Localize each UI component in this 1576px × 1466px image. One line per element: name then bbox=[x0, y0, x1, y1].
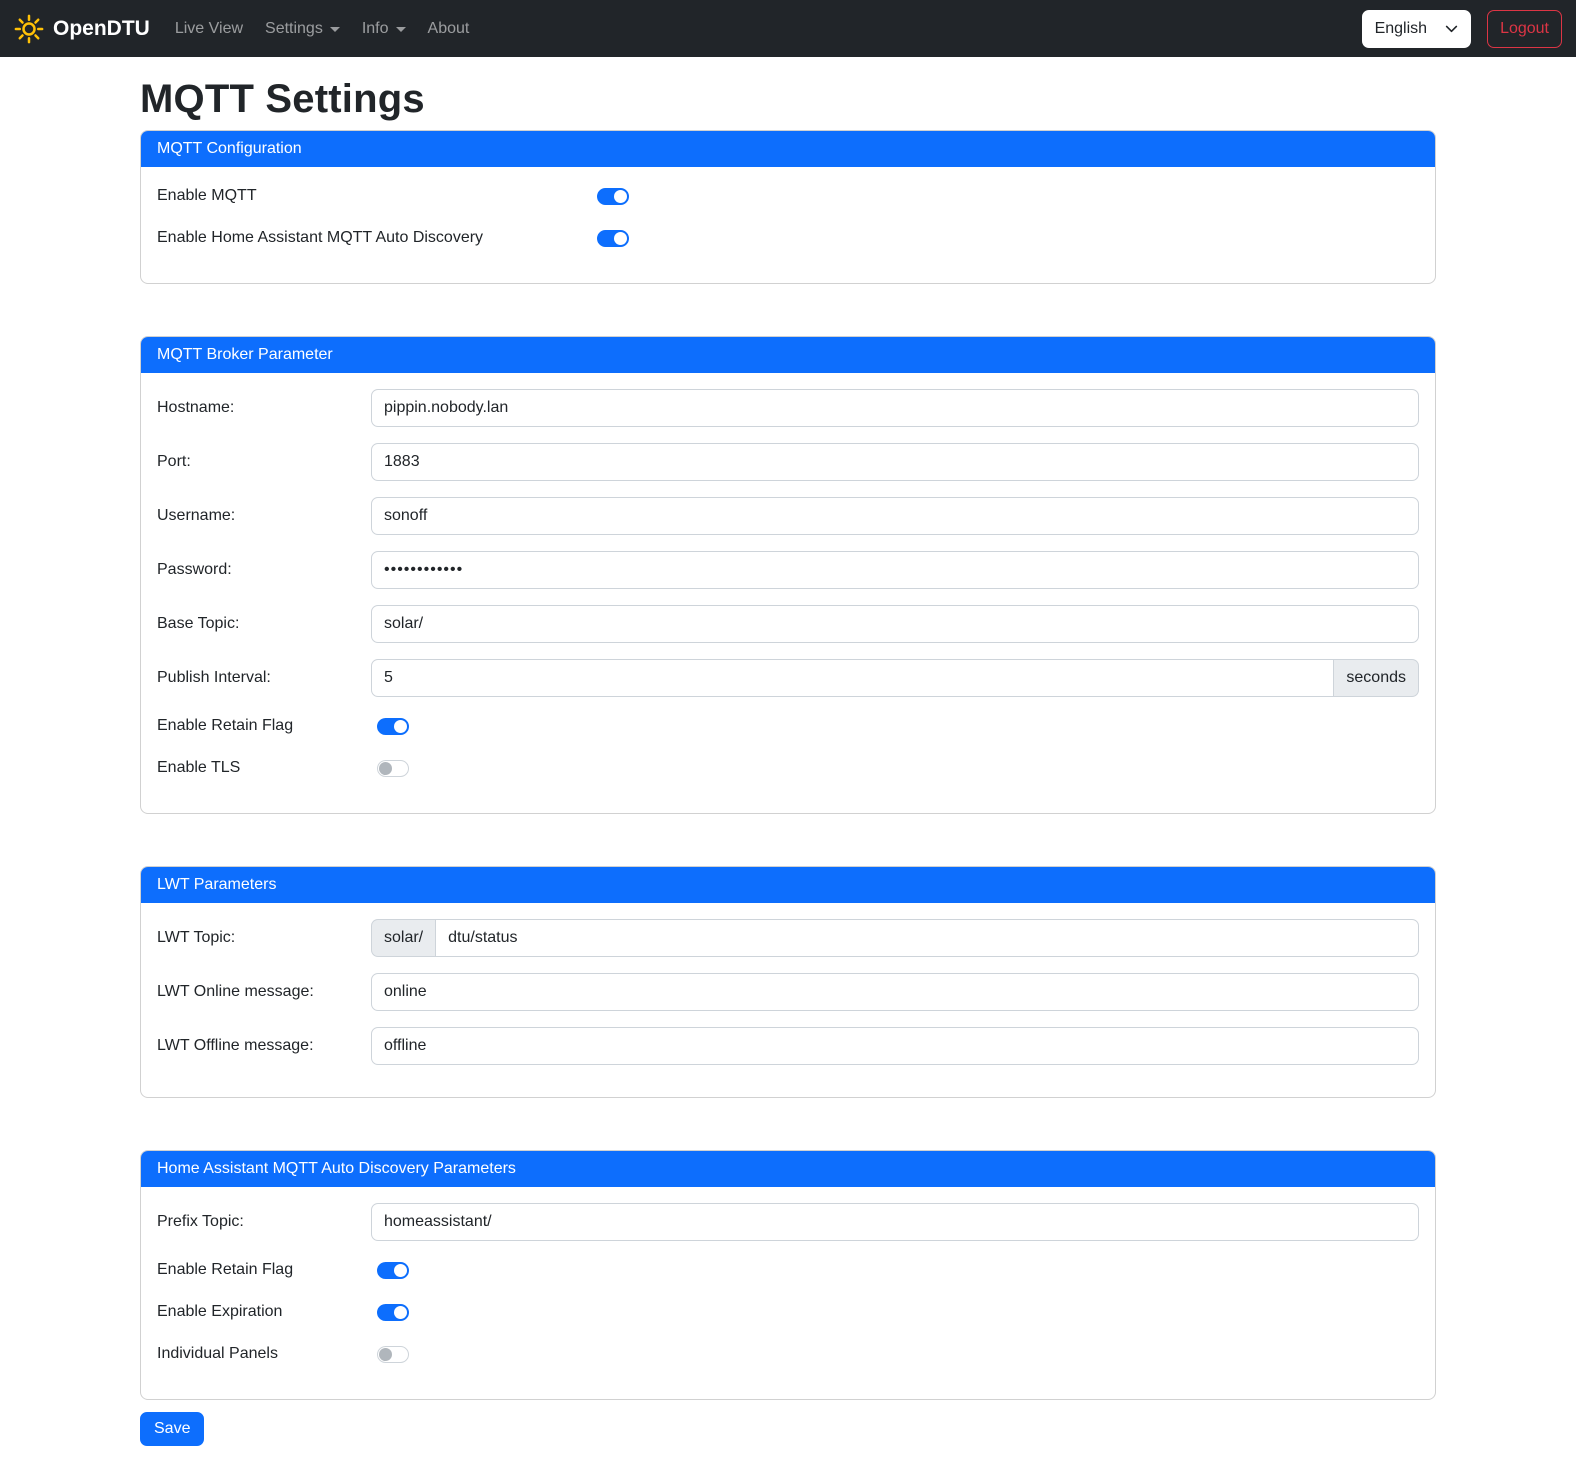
card-body: LWT Topic: solar/ LWT Online message: LW… bbox=[141, 903, 1435, 1097]
toggle-knob bbox=[379, 762, 392, 775]
prefix-topic-field[interactable] bbox=[371, 1203, 1419, 1241]
username-field[interactable] bbox=[371, 497, 1419, 535]
base-topic-field[interactable] bbox=[371, 605, 1419, 643]
ha-individual-panels-row: Individual Panels bbox=[157, 1341, 1419, 1367]
publish-interval-group: seconds bbox=[371, 659, 1419, 697]
broker-tls-label: Enable TLS bbox=[157, 759, 371, 777]
mqtt-broker-card: MQTT Broker Parameter Hostname: Port: Us… bbox=[140, 336, 1436, 814]
username-label: Username: bbox=[157, 507, 371, 525]
lwt-topic-row: LWT Topic: solar/ bbox=[157, 919, 1419, 957]
lwt-offline-row: LWT Offline message: bbox=[157, 1027, 1419, 1065]
brand-label: OpenDTU bbox=[53, 17, 150, 41]
lwt-parameters-card: LWT Parameters LWT Topic: solar/ LWT Onl… bbox=[140, 866, 1436, 1098]
lwt-online-row: LWT Online message: bbox=[157, 973, 1419, 1011]
ha-expiration-label: Enable Expiration bbox=[157, 1303, 371, 1321]
card-body: Enable MQTT Enable Home Assistant MQTT A… bbox=[141, 167, 1435, 283]
chevron-down-icon bbox=[330, 27, 340, 32]
logout-button[interactable]: Logout bbox=[1487, 10, 1562, 48]
hostname-field[interactable] bbox=[371, 389, 1419, 427]
enable-mqtt-toggle[interactable] bbox=[597, 188, 629, 205]
ha-individual-panels-label: Individual Panels bbox=[157, 1345, 371, 1363]
ha-retain-toggle[interactable] bbox=[377, 1262, 409, 1279]
language-selected-value: English bbox=[1375, 20, 1427, 38]
ha-retain-row: Enable Retain Flag bbox=[157, 1257, 1419, 1283]
nav-item-about[interactable]: About bbox=[417, 12, 481, 46]
toggle-knob bbox=[614, 232, 627, 245]
enable-mqtt-label: Enable MQTT bbox=[157, 187, 591, 205]
mqtt-configuration-card: MQTT Configuration Enable MQTT Enable Ho… bbox=[140, 130, 1436, 284]
chevron-down-icon bbox=[396, 27, 406, 32]
base-topic-row: Base Topic: bbox=[157, 605, 1419, 643]
lwt-topic-label: LWT Topic: bbox=[157, 929, 371, 947]
sun-icon bbox=[14, 14, 44, 44]
chevron-down-icon bbox=[1445, 22, 1458, 35]
broker-retain-toggle[interactable] bbox=[377, 718, 409, 735]
lwt-topic-field[interactable] bbox=[435, 919, 1419, 957]
publish-interval-unit: seconds bbox=[1334, 659, 1419, 697]
port-label: Port: bbox=[157, 453, 371, 471]
brand-opendtu[interactable]: OpenDTU bbox=[14, 14, 150, 44]
card-body: Prefix Topic: Enable Retain Flag Enable … bbox=[141, 1187, 1435, 1399]
password-label: Password: bbox=[157, 561, 371, 579]
broker-tls-row: Enable TLS bbox=[157, 755, 1419, 781]
hostname-label: Hostname: bbox=[157, 399, 371, 417]
enable-ha-discovery-row: Enable Home Assistant MQTT Auto Discover… bbox=[157, 225, 1419, 251]
nav-item-label: Info bbox=[362, 20, 389, 38]
nav-links: Live View Settings Info About bbox=[164, 12, 481, 46]
nav-item-info[interactable]: Info bbox=[351, 12, 417, 46]
nav-item-label: Live View bbox=[175, 20, 243, 38]
hostname-row: Hostname: bbox=[157, 389, 1419, 427]
nav-item-settings[interactable]: Settings bbox=[254, 12, 351, 46]
prefix-topic-label: Prefix Topic: bbox=[157, 1213, 371, 1231]
lwt-offline-label: LWT Offline message: bbox=[157, 1037, 371, 1055]
card-header: MQTT Configuration bbox=[141, 131, 1435, 167]
page-title: MQTT Settings bbox=[140, 77, 1436, 122]
nav-item-label: Settings bbox=[265, 20, 323, 38]
lwt-topic-prefix: solar/ bbox=[371, 919, 435, 957]
broker-retain-row: Enable Retain Flag bbox=[157, 713, 1419, 739]
ha-expiration-row: Enable Expiration bbox=[157, 1299, 1419, 1325]
nav-item-label: About bbox=[428, 20, 470, 38]
password-row: Password: bbox=[157, 551, 1419, 589]
toggle-knob bbox=[394, 720, 407, 733]
port-row: Port: bbox=[157, 443, 1419, 481]
ha-retain-label: Enable Retain Flag bbox=[157, 1261, 371, 1279]
lwt-topic-group: solar/ bbox=[371, 919, 1419, 957]
broker-tls-toggle[interactable] bbox=[377, 760, 409, 777]
enable-ha-discovery-toggle[interactable] bbox=[597, 230, 629, 247]
lwt-offline-field[interactable] bbox=[371, 1027, 1419, 1065]
card-body: Hostname: Port: Username: Password: Base… bbox=[141, 373, 1435, 813]
broker-retain-label: Enable Retain Flag bbox=[157, 717, 371, 735]
save-button[interactable]: Save bbox=[140, 1412, 204, 1446]
port-field[interactable] bbox=[371, 443, 1419, 481]
card-header: MQTT Broker Parameter bbox=[141, 337, 1435, 373]
password-field[interactable] bbox=[371, 551, 1419, 589]
toggle-knob bbox=[394, 1306, 407, 1319]
publish-interval-label: Publish Interval: bbox=[157, 669, 371, 687]
lwt-online-label: LWT Online message: bbox=[157, 983, 371, 1001]
base-topic-label: Base Topic: bbox=[157, 615, 371, 633]
toggle-knob bbox=[614, 190, 627, 203]
top-navbar: OpenDTU Live View Settings Info About En… bbox=[0, 0, 1576, 57]
card-header: Home Assistant MQTT Auto Discovery Param… bbox=[141, 1151, 1435, 1187]
nav-item-live-view[interactable]: Live View bbox=[164, 12, 254, 46]
enable-ha-discovery-label: Enable Home Assistant MQTT Auto Discover… bbox=[157, 229, 591, 247]
publish-interval-row: Publish Interval: seconds bbox=[157, 659, 1419, 697]
lwt-online-field[interactable] bbox=[371, 973, 1419, 1011]
username-row: Username: bbox=[157, 497, 1419, 535]
card-header: LWT Parameters bbox=[141, 867, 1435, 903]
ha-expiration-toggle[interactable] bbox=[377, 1304, 409, 1321]
publish-interval-field[interactable] bbox=[371, 659, 1334, 697]
enable-mqtt-row: Enable MQTT bbox=[157, 183, 1419, 209]
ha-individual-panels-toggle[interactable] bbox=[377, 1346, 409, 1363]
language-select[interactable]: English bbox=[1362, 10, 1471, 48]
ha-discovery-card: Home Assistant MQTT Auto Discovery Param… bbox=[140, 1150, 1436, 1400]
toggle-knob bbox=[394, 1264, 407, 1277]
prefix-topic-row: Prefix Topic: bbox=[157, 1203, 1419, 1241]
toggle-knob bbox=[379, 1348, 392, 1361]
